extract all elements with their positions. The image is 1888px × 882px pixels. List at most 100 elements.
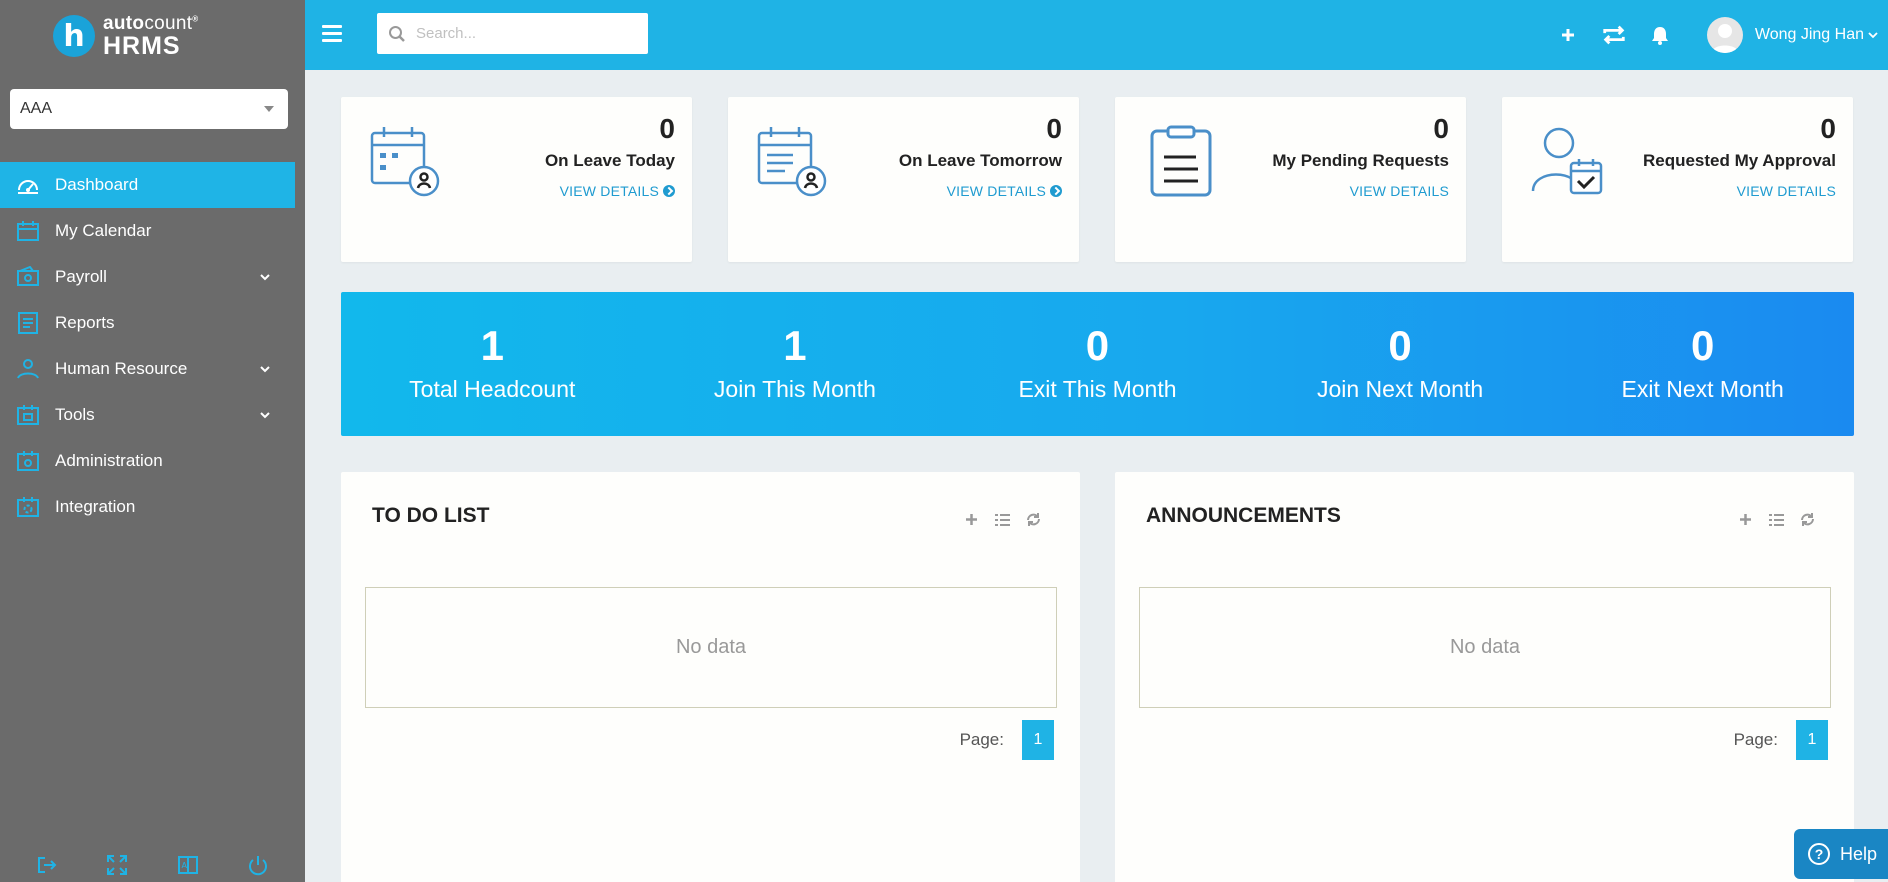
logo[interactable]: h autocount® HRMS xyxy=(53,14,199,58)
sidebar-item-label: Reports xyxy=(55,313,115,332)
sidebar-item-label: My Calendar xyxy=(55,221,152,240)
card-count: 0 xyxy=(1433,113,1449,144)
sidebar-nav: Dashboard My Calendar Payroll Reports Hu… xyxy=(0,162,295,530)
clipboard-icon xyxy=(1150,125,1212,197)
view-details-link[interactable]: VIEW DETAILS xyxy=(560,183,675,199)
announcements-panel: ANNOUNCEMENTS No data Page: 1 xyxy=(1115,472,1854,882)
page-label: Page: xyxy=(959,730,1004,749)
logo-line2: HRMS xyxy=(103,31,181,60)
stat-label: Join Next Month xyxy=(1316,376,1484,402)
panel-tools xyxy=(963,511,1042,528)
sidebar-item-label: Payroll xyxy=(55,267,107,286)
company-select-value: AAA xyxy=(20,100,53,117)
stat-label: Join This Month xyxy=(713,376,876,402)
add-icon[interactable] xyxy=(1737,511,1754,528)
sidebar-item-label: Tools xyxy=(55,405,95,424)
panel-title: ANNOUNCEMENTS xyxy=(1146,504,1341,527)
chevron-down-icon xyxy=(260,366,270,373)
fullscreen-icon[interactable] xyxy=(106,854,128,876)
refresh-icon[interactable] xyxy=(1025,511,1042,528)
view-details-link[interactable]: VIEW DETAILS xyxy=(1737,183,1836,199)
add-icon[interactable] xyxy=(1555,22,1581,48)
list-icon[interactable] xyxy=(1768,511,1785,528)
page-button[interactable]: 1 xyxy=(1022,720,1054,760)
stat-join-next-month: 0 Join Next Month xyxy=(1249,292,1552,436)
administration-icon xyxy=(17,451,39,471)
search-icon xyxy=(389,25,405,42)
card-label: On Leave Today xyxy=(544,151,675,170)
search-box[interactable] xyxy=(377,13,648,54)
sidebar-item-reports[interactable]: Reports xyxy=(0,300,295,346)
sidebar-item-administration[interactable]: Administration xyxy=(0,438,295,484)
empty-state: No data xyxy=(365,587,1057,708)
sidebar-item-label: Administration xyxy=(55,451,163,470)
page-label: Page: xyxy=(1733,730,1778,749)
sidebar: h autocount® HRMS AAA Dashboard My Calen… xyxy=(0,0,305,882)
sidebar-item-payroll[interactable]: Payroll xyxy=(0,254,295,300)
tools-icon xyxy=(17,405,39,425)
integration-icon xyxy=(17,497,39,517)
card-label: My Pending Requests xyxy=(1272,151,1449,170)
stat-exit-this-month: 0 Exit This Month xyxy=(946,292,1249,436)
topbar: Wong Jing Han xyxy=(305,0,1888,70)
stat-value: 1 xyxy=(480,322,504,369)
logout-icon[interactable] xyxy=(36,854,58,876)
sidebar-item-label: Dashboard xyxy=(55,175,139,194)
sidebar-footer: A xyxy=(0,848,305,882)
card-label: On Leave Tomorrow xyxy=(898,151,1062,170)
company-select[interactable]: AAA xyxy=(10,89,288,129)
chevron-right-circle-icon xyxy=(1050,185,1062,197)
avatar xyxy=(1706,17,1743,53)
help-icon: ? xyxy=(1808,843,1830,865)
stat-join-this-month: 1 Join This Month xyxy=(644,292,947,436)
stat-label: Exit Next Month xyxy=(1621,376,1784,402)
card-requested-my-approval: 0 Requested My Approval VIEW DETAILS xyxy=(1502,97,1853,262)
sidebar-item-my-calendar[interactable]: My Calendar xyxy=(0,208,295,254)
sidebar-item-human-resource[interactable]: Human Resource xyxy=(0,346,295,392)
reports-icon xyxy=(18,312,38,334)
stat-value: 0 xyxy=(1085,322,1110,369)
menu-toggle-icon[interactable] xyxy=(322,25,342,43)
pagination: Page: 1 xyxy=(1734,720,1828,760)
card-count: 0 xyxy=(659,113,675,144)
stat-label: Exit This Month xyxy=(1018,376,1177,402)
headcount-banner: 1 Total Headcount 1 Join This Month 0 Ex… xyxy=(341,292,1854,436)
user-approval-icon xyxy=(1531,127,1603,195)
refresh-icon[interactable] xyxy=(1799,511,1816,528)
card-count: 0 xyxy=(1046,113,1062,144)
stat-value: 1 xyxy=(783,322,807,369)
page-button[interactable]: 1 xyxy=(1796,720,1828,760)
help-label: Help xyxy=(1840,843,1878,864)
chevron-right-circle-icon xyxy=(663,185,675,197)
user-name: Wong Jing Han xyxy=(1754,26,1864,43)
empty-state: No data xyxy=(1139,587,1831,708)
help-button[interactable]: ? Help xyxy=(1794,829,1888,879)
calendar-person-icon xyxy=(370,127,440,197)
sidebar-item-label: Integration xyxy=(55,497,136,516)
view-details-link[interactable]: VIEW DETAILS xyxy=(947,183,1062,199)
language-icon[interactable]: A xyxy=(177,854,199,876)
power-icon[interactable] xyxy=(247,854,269,876)
stat-value: 0 xyxy=(1690,322,1715,369)
card-label: Requested My Approval xyxy=(1642,151,1836,170)
sidebar-item-integration[interactable]: Integration xyxy=(0,484,295,530)
bell-icon[interactable] xyxy=(1647,22,1673,48)
sidebar-item-tools[interactable]: Tools xyxy=(0,392,295,438)
sidebar-item-dashboard[interactable]: Dashboard xyxy=(0,162,295,208)
sidebar-item-label: Human Resource xyxy=(55,359,188,378)
search-input[interactable] xyxy=(416,25,636,42)
panel-tools xyxy=(1737,511,1816,528)
logo-line1-light: count xyxy=(144,12,193,34)
user-menu[interactable]: Wong Jing Han xyxy=(1706,17,1878,53)
calendar-person-icon xyxy=(757,127,827,197)
stat-total-headcount: 1 Total Headcount xyxy=(341,292,644,436)
switch-icon[interactable] xyxy=(1601,22,1627,48)
todo-panel: TO DO LIST No data Page: 1 xyxy=(341,472,1080,882)
top-actions: Wong Jing Han xyxy=(1555,0,1888,70)
list-icon[interactable] xyxy=(994,511,1011,528)
add-icon[interactable] xyxy=(963,511,980,528)
human-resource-icon xyxy=(17,359,39,379)
payroll-icon xyxy=(17,266,39,286)
chevron-down-icon xyxy=(1868,32,1878,39)
view-details-link[interactable]: VIEW DETAILS xyxy=(1350,183,1449,199)
